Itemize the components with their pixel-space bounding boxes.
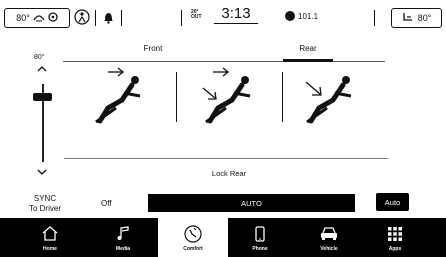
comfort-icon <box>183 224 203 243</box>
auto-button[interactable]: Auto <box>376 193 409 211</box>
seat-feet-icon <box>305 76 352 124</box>
fan-slider-thumb[interactable] <box>33 93 52 101</box>
driver-climate-button[interactable]: 80° <box>4 8 70 28</box>
now-playing[interactable]: 101.1 <box>285 11 318 21</box>
steering-heat-icon <box>48 12 58 24</box>
music-note-icon <box>117 225 129 242</box>
nav-vehicle[interactable]: Vehicle <box>301 218 357 257</box>
clock: 3:13 <box>214 5 258 24</box>
passenger-temp-value: 80° <box>417 13 432 23</box>
radio-station: 101.1 <box>298 11 319 21</box>
lock-rear-button[interactable]: Lock Rear <box>203 169 255 178</box>
section-divider <box>64 158 388 159</box>
driver-temp-value: 80° <box>16 13 30 23</box>
seat-face-icon <box>95 67 141 124</box>
nav-label: Comfort <box>183 246 203 252</box>
airflow-face-button[interactable] <box>92 66 182 126</box>
off-button[interactable]: Off <box>101 199 112 208</box>
bottom-nav: Home Media Comfort Phone Vehicle Apps <box>0 218 446 257</box>
tab-underline <box>63 61 385 62</box>
sync-label: SYNC <box>33 194 57 203</box>
chevron-up-icon[interactable] <box>37 65 47 76</box>
bell-icon[interactable] <box>103 10 114 29</box>
seat-face-feet-icon <box>202 67 251 124</box>
panel-divider <box>176 72 177 122</box>
chevron-down-icon[interactable] <box>37 168 47 179</box>
sync-sublabel: To Driver <box>28 204 61 213</box>
radio-icon <box>285 11 295 21</box>
nav-label: Media <box>115 246 131 252</box>
fan-icon <box>33 12 45 24</box>
nav-apps[interactable]: Apps <box>367 218 423 257</box>
nav-label: Vehicle <box>320 246 338 252</box>
home-icon <box>42 225 58 242</box>
car-icon <box>320 225 338 242</box>
auto-level-bar[interactable]: AUTO <box>148 194 355 212</box>
status-bar: 80° 20° OUT 3:13 101.1 80° <box>0 0 446 36</box>
nav-phone[interactable]: Phone <box>232 218 288 257</box>
active-tab-indicator <box>283 59 333 62</box>
nav-comfort[interactable]: Comfort <box>158 218 228 257</box>
grid-icon <box>388 225 402 242</box>
divider <box>181 10 182 26</box>
passenger-climate-button[interactable]: 80° <box>391 8 442 28</box>
phone-icon <box>255 225 265 242</box>
nav-media[interactable]: Media <box>95 218 151 257</box>
nav-label: Phone <box>252 246 268 252</box>
fan-slider-label: 80° <box>34 54 45 61</box>
sync-to-driver-button[interactable]: SYNC To Driver <box>22 194 68 214</box>
tab-rear[interactable]: Rear <box>283 44 333 53</box>
seatbelt-icon[interactable] <box>74 8 90 31</box>
divider <box>95 10 96 26</box>
tab-front[interactable]: Front <box>124 44 182 53</box>
passenger-seat-heat-icon <box>402 12 414 24</box>
divider <box>374 10 375 26</box>
outside-temp: 20° OUT <box>191 9 202 20</box>
airflow-feet-button[interactable] <box>300 66 390 126</box>
nav-label: Home <box>43 246 57 252</box>
nav-home[interactable]: Home <box>22 218 78 257</box>
nav-label: Apps <box>388 246 402 252</box>
divider <box>121 10 122 26</box>
panel-divider <box>282 72 283 122</box>
airflow-face-feet-button[interactable] <box>195 66 285 126</box>
